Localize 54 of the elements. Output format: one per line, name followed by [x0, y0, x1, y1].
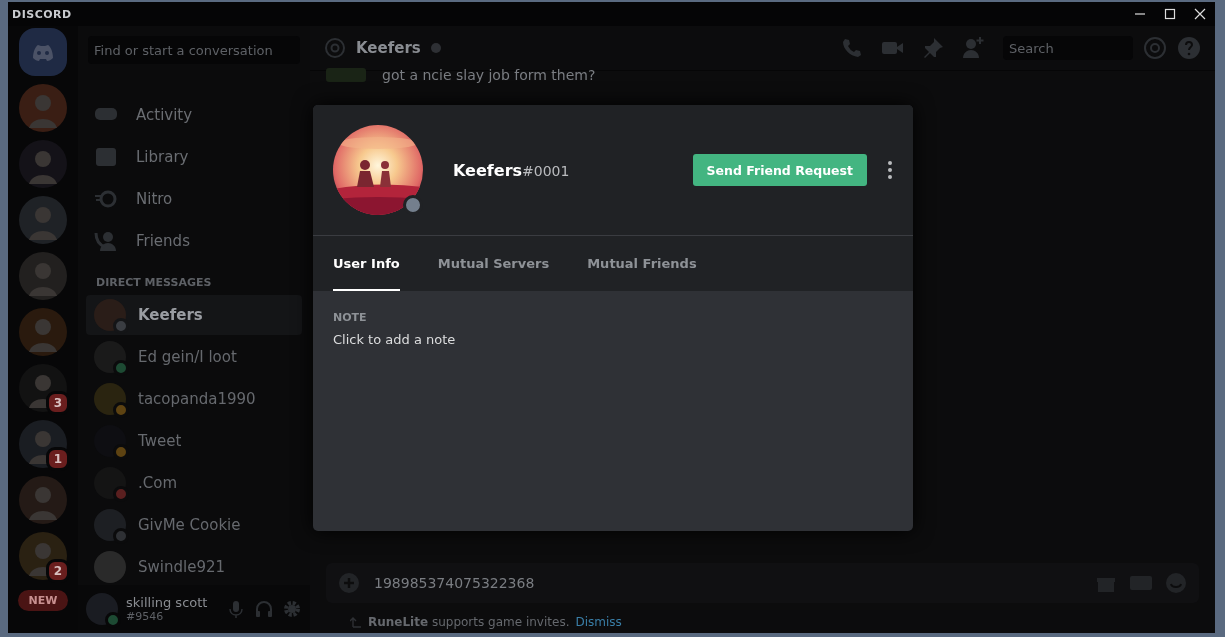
search-field[interactable]: Search	[1003, 36, 1133, 60]
help-icon[interactable]	[1177, 36, 1201, 60]
close-icon[interactable]	[1193, 8, 1207, 20]
more-options-icon[interactable]	[887, 160, 893, 180]
message-composer[interactable]: 198985374075322368	[326, 563, 1199, 603]
nav-item[interactable]: Activity	[86, 94, 302, 136]
server-icon[interactable]	[19, 140, 67, 188]
arrow-icon	[350, 616, 362, 628]
profile-tab[interactable]: User Info	[333, 236, 400, 291]
message-text: got a ncie slay job form them?	[382, 67, 596, 83]
profile-username: Keefers#0001	[453, 160, 571, 180]
settings-icon[interactable]	[282, 599, 302, 619]
new-badge[interactable]: NEW	[17, 590, 69, 611]
nav-item[interactable]: Friends	[86, 220, 302, 262]
note-label: NOTE	[333, 311, 368, 324]
dm-item[interactable]: tacopanda1990	[86, 379, 302, 419]
dm-item[interactable]: Tweet	[86, 421, 302, 461]
headphones-icon[interactable]	[254, 599, 274, 619]
microphone-icon[interactable]	[226, 599, 246, 619]
profile-tab[interactable]: Mutual Servers	[437, 236, 550, 291]
profile-tab[interactable]: Mutual Friends	[587, 236, 697, 291]
dm-item[interactable]: Swindle921	[86, 547, 302, 585]
user-tag: #9546	[126, 610, 218, 623]
hint-text: RuneLite supports game invites.	[368, 615, 570, 629]
unread-badge: 2	[46, 559, 70, 583]
server-icon[interactable]	[19, 84, 67, 132]
unread-badge: 3	[46, 391, 70, 415]
dismiss-link[interactable]: Dismiss	[575, 615, 622, 629]
dm-item[interactable]: .Com	[86, 463, 302, 503]
section-heading: DIRECT MESSAGES	[96, 276, 213, 289]
nav-item[interactable]: Library	[86, 136, 302, 178]
username: skilling scott	[126, 595, 209, 610]
nav-item[interactable]: Nitro	[86, 178, 302, 220]
friends-icon	[94, 229, 118, 253]
dm-item[interactable]: GivMe Cookie	[86, 505, 302, 545]
channel-title: Keefers	[356, 39, 421, 57]
app-logo: DISCORD	[12, 7, 72, 21]
status-dot	[430, 43, 441, 53]
discord-logo-icon[interactable]	[19, 28, 67, 76]
server-icon[interactable]	[19, 196, 67, 244]
maximize-icon[interactable]	[1163, 8, 1177, 20]
dm-item[interactable]: Keefers	[86, 295, 302, 335]
dm-item[interactable]: Ed gein/I loot	[86, 337, 302, 377]
search-field[interactable]: Find or start a conversation	[88, 36, 300, 64]
note-field[interactable]: Click to add a note	[333, 332, 633, 347]
server-icon[interactable]	[19, 308, 67, 356]
server-icon[interactable]	[19, 252, 67, 300]
unread-badge: 1	[46, 447, 70, 471]
add-friend-icon[interactable]	[961, 36, 985, 60]
send-friend-request-button[interactable]: Send Friend Request	[692, 154, 867, 186]
server-icon[interactable]	[19, 476, 67, 524]
upload-icon[interactable]	[338, 572, 360, 594]
emoji-icon[interactable]	[1165, 572, 1187, 594]
message-field[interactable]: 198985374075322368	[372, 574, 1083, 592]
